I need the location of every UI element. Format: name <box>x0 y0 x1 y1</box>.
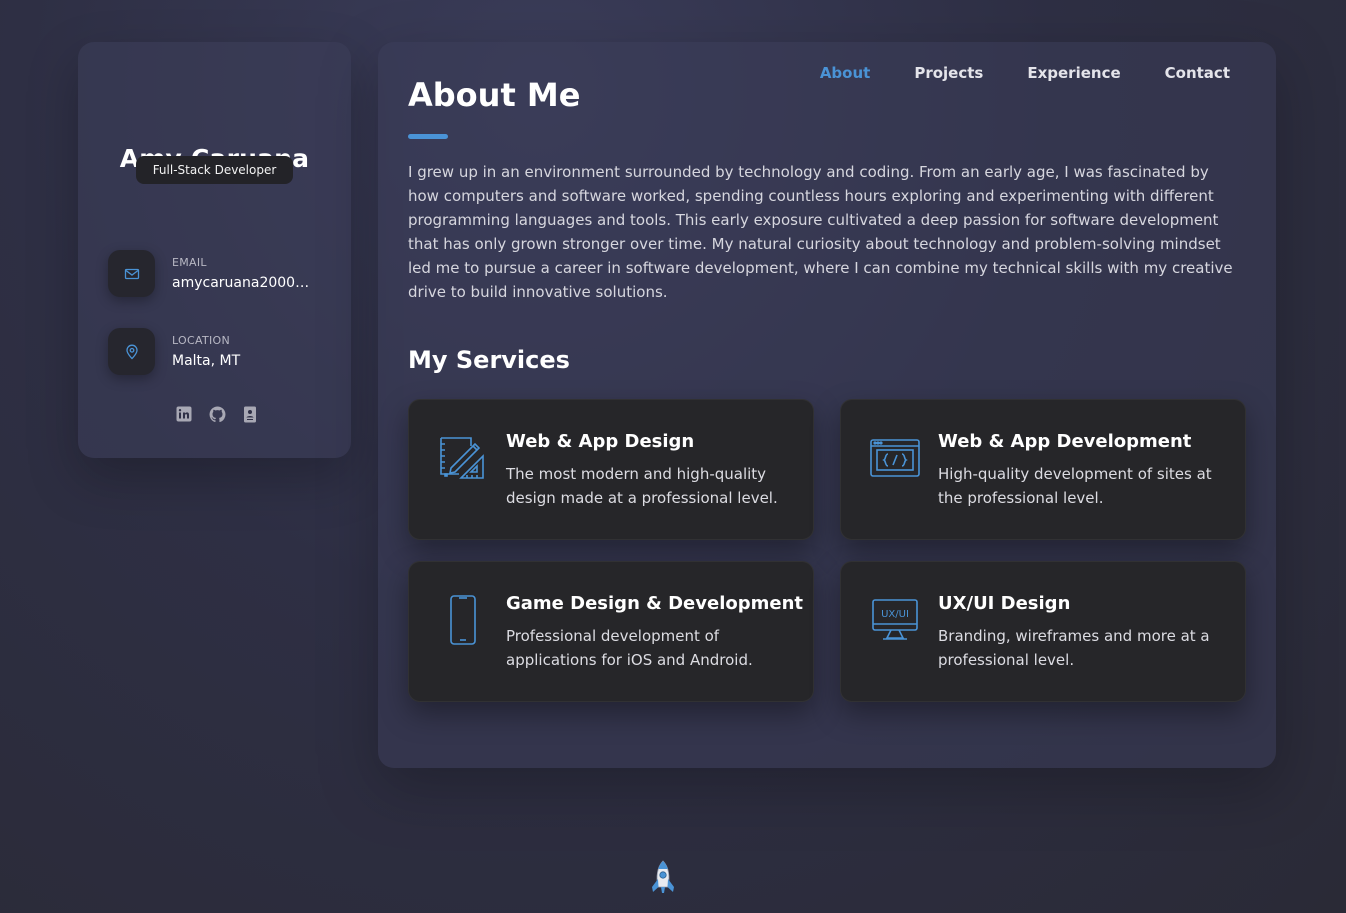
email-label: EMAIL <box>172 256 207 269</box>
role-badge: Full-Stack Developer <box>136 156 293 184</box>
mail-icon <box>108 250 155 297</box>
ux-ui-monitor-icon: UX/UI <box>867 592 923 648</box>
service-description: Branding, wireframes and more at a profe… <box>938 627 1210 669</box>
location-value: Malta, MT <box>172 353 241 369</box>
nav-about[interactable]: About <box>820 64 871 82</box>
service-title: Game Design & Development <box>506 593 804 614</box>
service-description: High-quality development of sites at the… <box>938 465 1212 507</box>
service-card-web-app-development: Web & App Development High-quality devel… <box>840 399 1246 540</box>
linkedin-icon[interactable] <box>175 405 193 423</box>
service-description: The most modern and high-quality design … <box>506 465 778 507</box>
page-title: About Me <box>408 76 581 114</box>
contact-location: LOCATION Malta, MT <box>108 328 328 376</box>
service-card-ux-ui-design: UX/UI UX/UI Design Branding, wireframes … <box>840 561 1246 702</box>
github-icon[interactable] <box>208 405 226 423</box>
location-pin-icon <box>108 328 155 375</box>
service-card-game-design: Game Design & Development Professional d… <box>408 561 814 702</box>
service-description: Professional development of applications… <box>506 627 753 669</box>
nav-contact[interactable]: Contact <box>1165 64 1230 82</box>
contact-email: EMAIL amycaruana2000@gmail.com <box>108 250 328 298</box>
location-label: LOCATION <box>172 334 230 347</box>
service-title: UX/UI Design <box>938 593 1071 614</box>
main-content: About Projects Experience Contact About … <box>378 42 1276 768</box>
title-underline <box>408 134 448 139</box>
design-ruler-icon <box>435 430 491 486</box>
smartphone-icon <box>435 592 491 648</box>
profile-sidebar: Amy Caruana Full-Stack Developer EMAIL a… <box>78 42 351 458</box>
services-title: My Services <box>408 346 570 374</box>
nav-experience[interactable]: Experience <box>1027 64 1120 82</box>
email-value[interactable]: amycaruana2000@gmail.com <box>172 275 322 291</box>
service-title: Web & App Design <box>506 431 695 452</box>
svg-text:UX/UI: UX/UI <box>881 609 909 620</box>
social-links <box>175 405 259 423</box>
code-window-icon <box>867 430 923 486</box>
resume-icon[interactable] <box>241 405 259 423</box>
service-title: Web & App Development <box>938 431 1192 452</box>
about-text: I grew up in an environment surrounded b… <box>408 163 1233 301</box>
top-navigation: About Projects Experience Contact <box>820 64 1230 82</box>
nav-projects[interactable]: Projects <box>914 64 983 82</box>
service-card-web-app-design: Web & App Design The most modern and hig… <box>408 399 814 540</box>
rocket-scroll-top-icon[interactable] <box>647 859 679 899</box>
